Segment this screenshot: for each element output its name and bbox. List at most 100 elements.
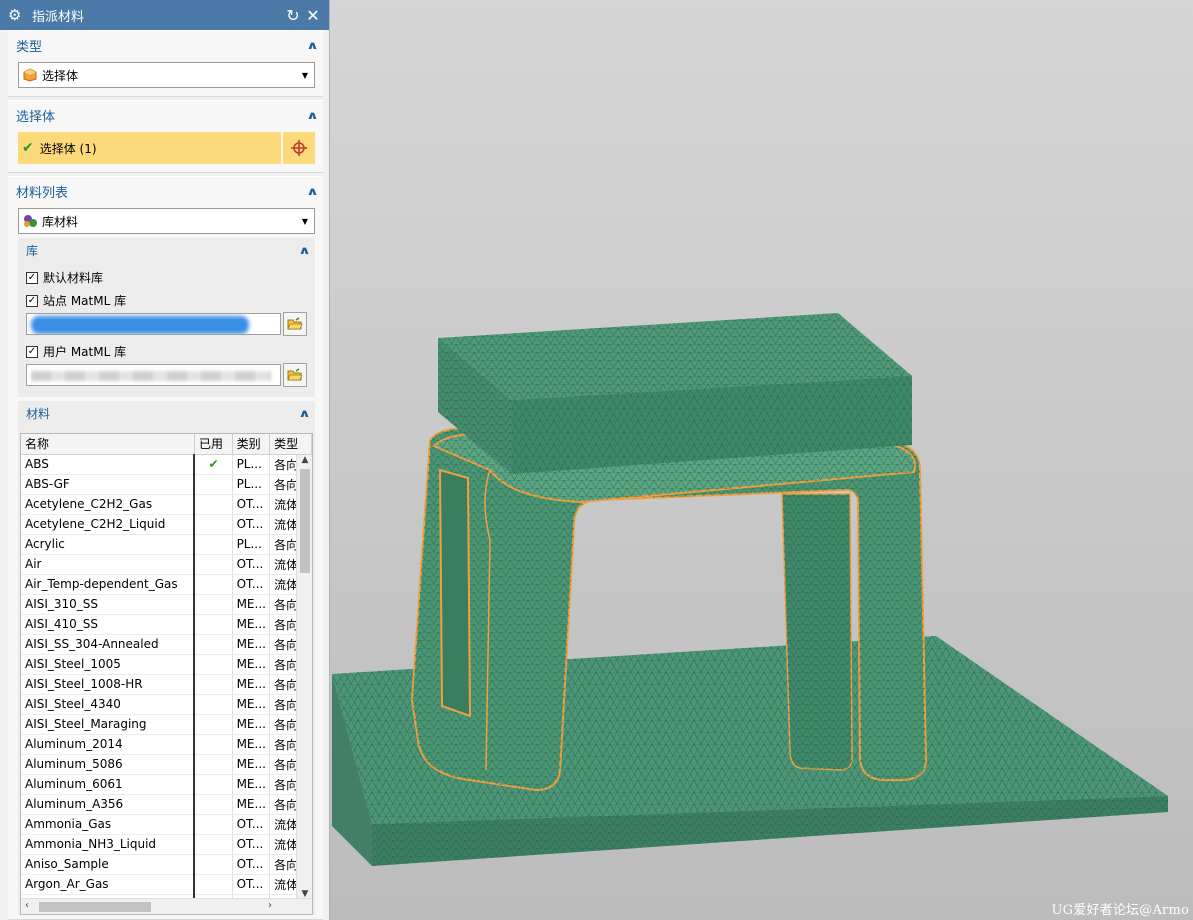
select-body-field[interactable]: ✔ 选择体 (1) bbox=[18, 132, 281, 164]
materials-table: 名称 已用 类别 类型 ABS ✔ PL... 各向 ABS-GF PL... 各向 Acet… bbox=[20, 433, 313, 915]
user-matml-checkbox[interactable]: ✓ 用户 MatML 库 bbox=[26, 340, 307, 363]
collapse-chevron-icon[interactable]: ∧ bbox=[306, 185, 319, 198]
material-name: Acrylic bbox=[21, 534, 196, 555]
table-row[interactable]: Aluminum_5086 ME... 各向 bbox=[21, 754, 312, 775]
table-row[interactable]: ABS-GF PL... 各向 bbox=[21, 474, 312, 495]
material-category: OT... bbox=[232, 514, 271, 535]
material-category: ME... bbox=[232, 734, 271, 755]
site-matml-checkbox[interactable]: ✓ 站点 MatML 库 bbox=[26, 289, 307, 312]
material-name: Ammonia_Gas bbox=[21, 814, 196, 835]
select-body-header[interactable]: 选择体 ∧ bbox=[8, 100, 323, 130]
table-row[interactable]: Acetylene_C2H2_Liquid OT... 流体 bbox=[21, 514, 312, 535]
material-category: ME... bbox=[232, 634, 271, 655]
type-dropdown-value: 选择体 bbox=[42, 68, 79, 83]
reset-icon[interactable]: ↻ bbox=[283, 6, 303, 25]
material-category: ME... bbox=[232, 594, 271, 615]
user-library-path-field[interactable] bbox=[26, 364, 281, 386]
column-header-name[interactable]: 名称 bbox=[21, 434, 195, 455]
scroll-up-icon[interactable]: ▲ bbox=[297, 455, 312, 465]
table-row[interactable]: Aluminum_2014 ME... 各向 bbox=[21, 734, 312, 755]
folder-open-icon[interactable] bbox=[283, 363, 307, 387]
column-header-used[interactable]: 已用 bbox=[194, 434, 233, 455]
material-category: ME... bbox=[232, 714, 271, 735]
material-category: OT... bbox=[232, 554, 271, 575]
select-body-title: 选择体 bbox=[16, 110, 56, 125]
checkbox-checked-icon[interactable]: ✓ bbox=[26, 294, 38, 307]
dialog-titlebar[interactable]: ⚙ 指派材料 ↻ ✕ bbox=[0, 0, 329, 30]
material-name: AISI_410_SS bbox=[21, 614, 196, 635]
material-used bbox=[194, 854, 233, 875]
material-name: Aluminum_2014 bbox=[21, 734, 196, 755]
scroll-left-icon[interactable]: ‹ bbox=[25, 900, 29, 911]
checkbox-label: 用户 MatML 库 bbox=[43, 345, 127, 359]
checkbox-checked-icon[interactable]: ✓ bbox=[26, 345, 38, 358]
material-category: ME... bbox=[232, 614, 271, 635]
material-name: Aniso_Sample bbox=[21, 854, 196, 875]
table-row[interactable]: ABS ✔ PL... 各向 bbox=[21, 454, 312, 475]
table-row[interactable]: AISI_310_SS ME... 各向 bbox=[21, 594, 312, 615]
material-name: ABS-GF bbox=[21, 474, 196, 495]
table-row[interactable]: AISI_Steel_1005 ME... 各向 bbox=[21, 654, 312, 675]
table-row[interactable]: AISI_Steel_4340 ME... 各向 bbox=[21, 694, 312, 715]
material-category: PL... bbox=[232, 474, 271, 495]
table-row[interactable]: Aluminum_6061 ME... 各向 bbox=[21, 774, 312, 795]
material-category: OT... bbox=[232, 854, 271, 875]
collapse-chevron-icon[interactable]: ∧ bbox=[298, 244, 311, 257]
graphics-viewport[interactable]: UG爱好者论坛@Armo bbox=[330, 0, 1193, 920]
table-row[interactable]: Aniso_Sample OT... 各向 bbox=[21, 854, 312, 875]
collapse-chevron-icon[interactable]: ∧ bbox=[306, 39, 319, 52]
material-used bbox=[194, 534, 233, 555]
library-subgroup: 库 ∧ ✓ 默认材料库 ✓ 站点 MatML 库 ✓ 用户 MatML 库 bbox=[18, 238, 315, 397]
table-row[interactable]: AISI_410_SS ME... 各向 bbox=[21, 614, 312, 635]
material-category: OT... bbox=[232, 834, 271, 855]
table-row[interactable]: Aluminum_A356 ME... 各向 bbox=[21, 794, 312, 815]
scroll-thumb[interactable] bbox=[39, 902, 151, 912]
table-row[interactable]: AISI_Steel_1008-HR ME... 各向 bbox=[21, 674, 312, 695]
material-name: Air_Temp-dependent_Gas bbox=[21, 574, 196, 595]
scroll-right-icon[interactable]: › bbox=[268, 900, 272, 911]
material-name: AISI_310_SS bbox=[21, 594, 196, 615]
table-row[interactable]: Acrylic PL... 各向 bbox=[21, 534, 312, 555]
scroll-thumb[interactable] bbox=[300, 469, 310, 573]
table-row[interactable]: Air_Temp-dependent_Gas OT... 流体 bbox=[21, 574, 312, 595]
material-list-dropdown[interactable]: 库材料 ▼ bbox=[18, 208, 315, 234]
column-header-category[interactable]: 类别 bbox=[232, 434, 271, 455]
mesh-model bbox=[332, 313, 1168, 866]
table-row[interactable]: Ammonia_Gas OT... 流体 bbox=[21, 814, 312, 835]
column-header-type[interactable]: 类型 bbox=[269, 434, 312, 455]
table-row[interactable]: Argon_Ar_Gas OT... 流体 bbox=[21, 874, 312, 895]
assign-material-dialog: ⚙ 指派材料 ↻ ✕ 类型 ∧ 选择体 ▼ 选择体 ∧ ✔ 选择体 (1) 材料… bbox=[0, 0, 330, 920]
close-icon[interactable]: ✕ bbox=[303, 6, 323, 25]
material-category: OT... bbox=[232, 814, 271, 835]
material-category: PL... bbox=[232, 534, 271, 555]
material-category: OT... bbox=[232, 574, 271, 595]
material-used bbox=[194, 774, 233, 795]
material-used bbox=[194, 834, 233, 855]
type-dropdown[interactable]: 选择体 ▼ bbox=[18, 62, 315, 88]
material-category: ME... bbox=[232, 674, 271, 695]
default-library-checkbox[interactable]: ✓ 默认材料库 bbox=[26, 266, 307, 289]
gear-icon[interactable]: ⚙ bbox=[8, 6, 26, 24]
table-row[interactable]: Air OT... 流体 bbox=[21, 554, 312, 575]
material-name: Acetylene_C2H2_Liquid bbox=[21, 514, 196, 535]
vertical-scrollbar[interactable]: ▲ ▼ bbox=[296, 455, 312, 899]
folder-open-icon[interactable] bbox=[283, 312, 307, 336]
material-list-header[interactable]: 材料列表 ∧ bbox=[8, 176, 323, 206]
materials-header[interactable]: 材料 ∧ bbox=[18, 401, 315, 425]
type-group-header[interactable]: 类型 ∧ bbox=[8, 30, 323, 60]
site-library-path-field[interactable] bbox=[26, 313, 281, 335]
crosshair-icon[interactable] bbox=[283, 132, 315, 164]
collapse-chevron-icon[interactable]: ∧ bbox=[298, 407, 311, 420]
materials-title: 材料 bbox=[26, 406, 51, 421]
table-row[interactable]: AISI_SS_304-Annealed ME... 各向 bbox=[21, 634, 312, 655]
checkbox-checked-icon[interactable]: ✓ bbox=[26, 271, 38, 284]
horizontal-scrollbar[interactable]: ‹ › bbox=[21, 898, 312, 914]
table-row[interactable]: AISI_Steel_Maraging ME... 各向 bbox=[21, 714, 312, 735]
table-row[interactable]: Acetylene_C2H2_Gas OT... 流体 bbox=[21, 494, 312, 515]
collapse-chevron-icon[interactable]: ∧ bbox=[306, 109, 319, 122]
chevron-down-icon: ▼ bbox=[301, 216, 308, 226]
material-name: AISI_Steel_1005 bbox=[21, 654, 196, 675]
material-used bbox=[194, 694, 233, 715]
table-row[interactable]: Ammonia_NH3_Liquid OT... 流体 bbox=[21, 834, 312, 855]
library-header[interactable]: 库 ∧ bbox=[18, 238, 315, 262]
